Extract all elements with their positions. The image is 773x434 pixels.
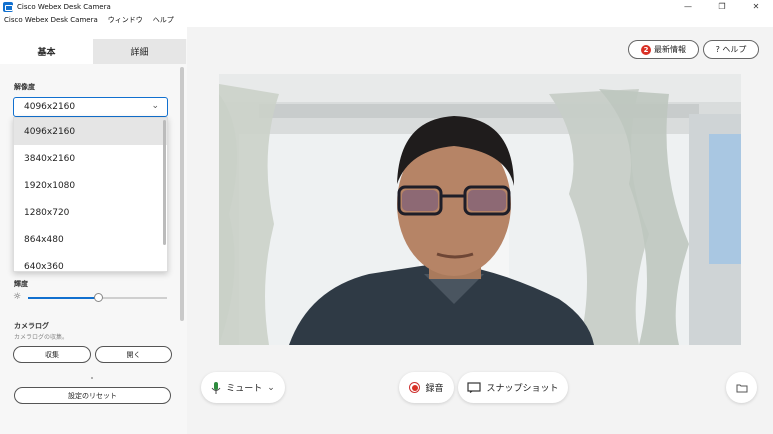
tab-detail[interactable]: 詳細 (93, 39, 186, 64)
camera-log-label: カメラログ (14, 322, 49, 330)
resolution-option[interactable]: 3840x2160 (14, 145, 167, 172)
settings-sidebar: 基本 詳細 解像度 4096x2160 ⌄ 4096x2160 3840x216… (0, 39, 187, 434)
settings-tabs: 基本 詳細 (0, 39, 187, 64)
chevron-down-icon: ⌄ (151, 101, 159, 111)
notification-badge: 2 (641, 44, 651, 55)
resolution-option[interactable]: 640x360 (14, 253, 167, 272)
resolution-option[interactable]: 1920x1080 (14, 172, 167, 199)
camera-preview-image (219, 74, 741, 345)
resolution-label: 解像度 (14, 83, 35, 91)
record-icon (409, 382, 421, 393)
tab-basic[interactable]: 基本 (0, 39, 93, 64)
snapshot-button[interactable]: スナップショット (458, 372, 568, 403)
title-bar: Cisco Webex Desk Camera — ❐ ✕ (0, 0, 773, 13)
mute-label: ミュート (226, 384, 263, 394)
dropdown-scrollbar[interactable] (163, 120, 166, 245)
menu-window[interactable]: ウィンドウ (103, 15, 148, 25)
separator-dot (91, 377, 93, 379)
menu-bar: Cisco Webex Desk Camera ウィンドウ ヘルプ (0, 13, 773, 27)
brightness-slider[interactable] (28, 293, 167, 302)
app-icon (3, 1, 13, 12)
menu-app[interactable]: Cisco Webex Desk Camera (0, 16, 103, 24)
whats-new-label: 最新情報 (654, 45, 686, 54)
record-button[interactable]: 録音 (399, 372, 454, 403)
folder-button[interactable] (726, 372, 757, 403)
minimize-button[interactable]: — (671, 0, 705, 13)
snapshot-icon (467, 382, 482, 393)
folder-icon (736, 384, 747, 392)
brightness-label: 輝度 (14, 280, 28, 288)
collect-log-button[interactable]: 収集 (13, 346, 91, 363)
resolution-option[interactable]: 1280x720 (14, 199, 167, 226)
reset-settings-button[interactable]: 設定のリセット (14, 387, 171, 404)
close-button[interactable]: ✕ (739, 0, 773, 13)
resolution-selected-value: 4096x2160 (24, 102, 76, 112)
menu-help[interactable]: ヘルプ (148, 15, 179, 25)
microphone-icon (211, 381, 221, 394)
camera-log-description: カメラログの収集。 (14, 334, 69, 341)
snapshot-label: スナップショット (486, 384, 559, 394)
help-button[interactable]: ? ヘルプ (703, 40, 759, 59)
resolution-option[interactable]: 4096x2160 (14, 118, 167, 145)
sidebar-scrollbar[interactable] (180, 67, 184, 321)
mute-button[interactable]: ミュート ⌄ (201, 372, 285, 403)
open-log-button[interactable]: 開く (95, 346, 172, 363)
window-title: Cisco Webex Desk Camera (17, 2, 111, 11)
brightness-sun-icon: ☼ (13, 292, 22, 302)
restore-button[interactable]: ❐ (705, 0, 739, 13)
brightness-slider-thumb[interactable] (94, 293, 103, 302)
resolution-option[interactable]: 864x480 (14, 226, 167, 253)
camera-preview (219, 74, 741, 345)
chevron-down-icon: ⌄ (267, 382, 275, 393)
window-controls: — ❐ ✕ (671, 0, 773, 13)
whats-new-button[interactable]: 2 最新情報 (628, 40, 699, 59)
brightness-slider-fill (28, 297, 98, 299)
resolution-dropdown: 4096x2160 3840x2160 1920x1080 1280x720 8… (13, 117, 168, 272)
resolution-select[interactable]: 4096x2160 ⌄ (13, 97, 168, 117)
record-label: 録音 (425, 384, 444, 394)
